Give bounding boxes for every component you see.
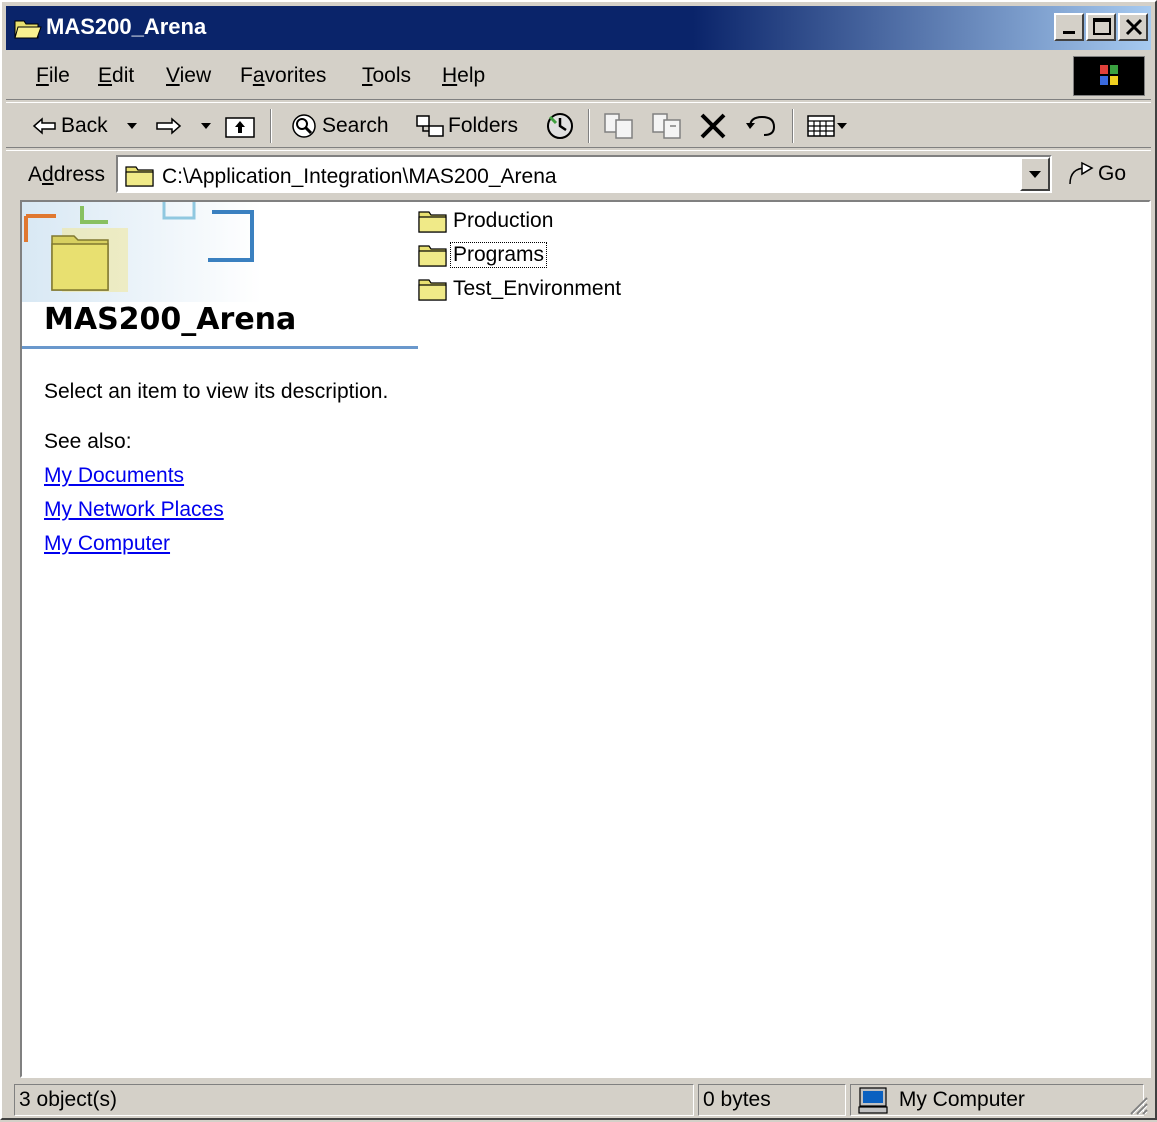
folders-button[interactable]: Folders [414,111,518,141]
forward-button[interactable] [152,111,182,141]
menu-tools[interactable]: Tools [362,64,411,88]
list-item[interactable]: Production [418,206,555,236]
menu-bar: File Edit View Favorites Tools Help [6,52,1151,100]
copy-to-icon [652,113,681,139]
forward-dropdown[interactable] [200,111,212,141]
forward-arrow-icon [156,117,182,135]
file-name: Programs [449,242,548,268]
folder-open-icon [14,16,42,40]
back-arrow-icon [32,117,56,135]
status-bar: 3 object(s) 0 bytes My Computer [6,1082,1151,1118]
folder-banner-graphic [22,202,262,302]
toolbar-separator [792,109,794,143]
web-view-pane: MAS200_Arena Select an item to view its … [22,202,418,1076]
views-button[interactable] [806,111,848,141]
undo-icon [746,115,776,136]
move-to-button[interactable] [602,111,638,141]
window-title: MAS200_Arena [46,14,207,39]
status-object-count: 3 object(s) [14,1084,694,1116]
my-computer-icon [858,1087,888,1115]
folder-icon [418,279,447,301]
status-zone: My Computer [850,1084,1144,1116]
menu-favorites[interactable]: Favorites [240,64,326,88]
explorer-window: MAS200_Arena File Edit View Favorites To… [0,0,1157,1120]
link-my-computer[interactable]: My Computer [44,532,170,556]
menu-view[interactable]: View [166,64,211,88]
copy-to-button[interactable] [650,111,686,141]
link-my-documents[interactable]: My Documents [44,464,184,488]
file-name: Production [453,209,554,232]
delete-button[interactable] [698,111,728,141]
close-icon [1125,18,1143,36]
search-icon [292,114,316,138]
list-item[interactable]: Programs [418,240,548,270]
go-button[interactable]: Go [1066,157,1126,191]
status-size: 0 bytes [698,1084,846,1116]
close-button[interactable] [1118,13,1148,41]
link-my-network-places[interactable]: My Network Places [44,498,224,522]
history-button[interactable] [542,111,578,141]
folder-icon [418,245,447,267]
back-button[interactable]: Back [32,111,108,141]
dropdown-arrow-icon [127,123,137,129]
folder-icon [124,162,156,194]
back-dropdown[interactable] [126,111,138,141]
history-icon [547,113,573,139]
folder-title: MAS200_Arena [44,302,297,337]
menu-file[interactable]: File [36,64,70,88]
folder-icon [418,211,447,233]
title-divider [22,346,418,349]
minimize-button[interactable] [1054,13,1084,41]
address-label: Address [28,163,106,186]
address-value[interactable]: C:\Application_Integration\MAS200_Arena [162,165,557,189]
resize-grip-icon[interactable] [1125,1092,1149,1116]
file-name: Test_Environment [453,277,622,300]
address-dropdown-button[interactable] [1020,157,1050,191]
maximize-icon [1093,18,1111,35]
address-bar: Address C:\Application_Integration\MAS20… [6,150,1151,196]
views-grid-icon [807,115,835,137]
toolbar-separator [270,109,272,143]
up-folder-button[interactable] [224,111,256,141]
toolbar-separator [588,109,590,143]
menu-edit[interactable]: Edit [98,64,134,88]
delete-x-icon [700,113,726,139]
dropdown-arrow-icon [837,123,847,129]
description-text: Select an item to view its description. [44,380,389,403]
address-input[interactable]: C:\Application_Integration\MAS200_Arena [116,155,1052,193]
undo-button[interactable] [744,111,778,141]
folder-banner: MAS200_Arena [22,202,418,349]
up-folder-icon [225,117,255,138]
maximize-button[interactable] [1086,13,1116,41]
menu-help[interactable]: Help [442,64,485,88]
dropdown-arrow-icon [201,123,211,129]
move-to-icon [604,113,633,139]
list-item[interactable]: Test_Environment [418,274,623,304]
folders-tree-icon [416,115,444,137]
go-arrow-icon [1069,161,1094,185]
standard-toolbar: Back Search Folders [6,102,1151,148]
minimize-icon [1063,31,1075,34]
search-button[interactable]: Search [288,111,389,141]
folder-view: MAS200_Arena Select an item to view its … [20,200,1151,1078]
see-also-label: See also: [44,430,132,453]
title-bar[interactable]: MAS200_Arena [6,6,1151,50]
dropdown-arrow-icon [1029,171,1041,178]
windows-logo-icon [1073,56,1145,96]
